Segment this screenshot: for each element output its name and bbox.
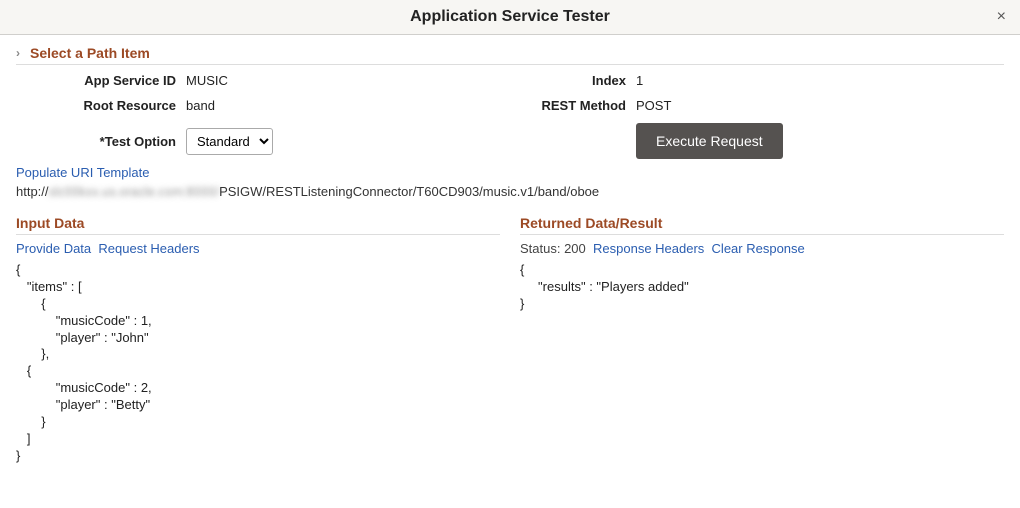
output-body: { "results" : "Players added" }: [520, 262, 1004, 313]
uri-blurred-host: slc00kxx.us.oracle.com:8000/: [49, 184, 220, 199]
select-path-item-header[interactable]: › Select a Path Item: [16, 45, 1004, 65]
index-value: 1: [636, 73, 1004, 88]
request-headers-link[interactable]: Request Headers: [98, 241, 199, 256]
index-label: Index: [506, 73, 636, 88]
app-service-id-value: MUSIC: [186, 73, 506, 88]
modal-content: › Select a Path Item App Service ID MUSI…: [0, 35, 1020, 475]
input-column: Input Data Provide Data Request Headers …: [16, 215, 500, 465]
test-option-select[interactable]: Standard: [186, 128, 273, 155]
select-path-item-title: Select a Path Item: [30, 45, 150, 61]
input-body: { "items" : [ { "musicCode" : 1, "player…: [16, 262, 500, 465]
output-column: Returned Data/Result Status: 200 Respons…: [520, 215, 1004, 465]
app-service-id-label: App Service ID: [16, 73, 186, 88]
populate-uri-template-link[interactable]: Populate URI Template: [16, 165, 149, 180]
path-item-grid: App Service ID MUSIC Index 1 Root Resour…: [16, 69, 1004, 165]
close-icon[interactable]: ×: [997, 8, 1006, 26]
execute-request-button[interactable]: Execute Request: [636, 123, 783, 159]
provide-data-link[interactable]: Provide Data: [16, 241, 91, 256]
uri-display: http://slc00kxx.us.oracle.com:8000/PSIGW…: [16, 184, 1004, 199]
modal-header: Application Service Tester ×: [0, 0, 1020, 35]
chevron-right-icon: ›: [16, 46, 26, 60]
input-data-header: Input Data: [16, 215, 500, 235]
test-option-label: Test Option: [16, 134, 186, 149]
returned-data-header: Returned Data/Result: [520, 215, 1004, 235]
root-resource-label: Root Resource: [16, 98, 186, 113]
io-columns: Input Data Provide Data Request Headers …: [16, 215, 1004, 465]
clear-response-link[interactable]: Clear Response: [712, 241, 805, 256]
uri-path: PSIGW/RESTListeningConnector/T60CD903/mu…: [219, 184, 599, 199]
modal-title: Application Service Tester: [410, 8, 610, 26]
status-label: Status: 200: [520, 241, 586, 256]
response-headers-link[interactable]: Response Headers: [593, 241, 704, 256]
uri-prefix: http://: [16, 184, 49, 199]
root-resource-value: band: [186, 98, 506, 113]
rest-method-value: POST: [636, 98, 1004, 113]
rest-method-label: REST Method: [506, 98, 636, 113]
